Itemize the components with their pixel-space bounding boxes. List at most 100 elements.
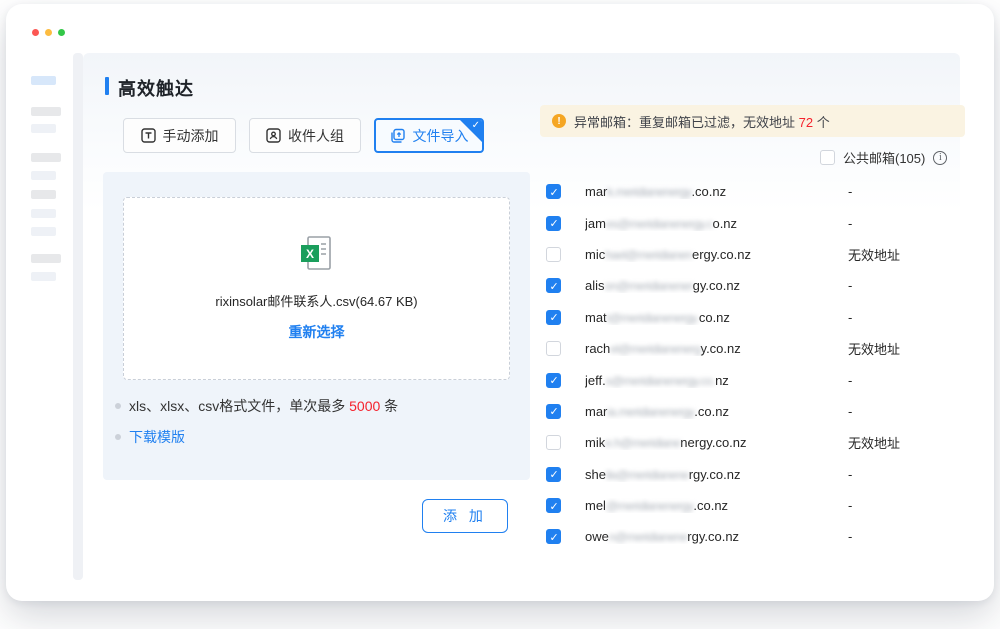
warning-icon: ! bbox=[552, 114, 566, 128]
sidebar-skeleton-bar bbox=[31, 227, 56, 236]
reselect-link[interactable]: 重新选择 bbox=[124, 322, 509, 342]
recipient-status: 无效地址 bbox=[848, 245, 900, 264]
recipient-status: - bbox=[848, 216, 852, 231]
recipient-email: james@meridianenergy.co.nz bbox=[585, 216, 803, 231]
sidebar-skeleton-bar bbox=[31, 153, 61, 162]
recipient-email: jeff.s@meridianenergy.co.nz bbox=[585, 373, 803, 388]
svg-text:X: X bbox=[305, 247, 313, 261]
blurred-email-segment: on@meridianener bbox=[605, 279, 693, 293]
sidebar-skeleton-bar bbox=[31, 254, 61, 263]
download-template-link[interactable]: 下载模版 bbox=[129, 427, 185, 447]
alert-text: 异常邮箱：重复邮箱已过滤，无效地址 72 个 bbox=[574, 112, 830, 131]
public-mailbox-row: 公共邮箱(105) i bbox=[820, 148, 947, 167]
uploaded-file-name: rixinsolar邮件联系人.csv(64.67 KB) bbox=[124, 291, 509, 310]
recipient-row: maria.meridianenergy.co.nz - bbox=[540, 396, 980, 427]
recipient-row: alison@meridianenergy.co.nz - bbox=[540, 270, 980, 301]
tab-manual-add-label: 手动添加 bbox=[163, 126, 219, 146]
recipient-row: sheila@meridianenergy.co.nz - bbox=[540, 459, 980, 490]
recipient-checkbox[interactable] bbox=[546, 498, 561, 513]
blurred-email-segment: e.h@meridiane bbox=[605, 436, 680, 450]
recipient-status: - bbox=[848, 529, 852, 544]
download-template-row: 下载模版 bbox=[115, 427, 185, 447]
tab-recipient-group-label: 收件人组 bbox=[288, 126, 344, 146]
recipient-row: mark.meridianenergy.co.nz - bbox=[540, 176, 980, 207]
recipient-checkbox[interactable] bbox=[546, 278, 561, 293]
recipient-checkbox[interactable] bbox=[546, 184, 561, 199]
format-hint-text: xls、xlsx、csv格式文件，单次最多 5000 条 bbox=[129, 396, 398, 416]
recipient-checkbox[interactable] bbox=[546, 435, 561, 450]
recipient-email: mike.h@meridianenergy.co.nz bbox=[585, 435, 803, 450]
bullet-dot-icon bbox=[115, 434, 121, 440]
sidebar-skeleton-bar bbox=[31, 209, 56, 218]
minimize-window-icon[interactable] bbox=[45, 29, 52, 36]
blurred-email-segment: t@meridianenergy. bbox=[607, 311, 699, 325]
abnormal-mailbox-alert: ! 异常邮箱：重复邮箱已过滤，无效地址 72 个 bbox=[540, 105, 965, 137]
recipient-checkbox[interactable] bbox=[546, 404, 561, 419]
manual-add-icon bbox=[141, 128, 156, 143]
blurred-email-segment: @meridianenergy bbox=[606, 499, 693, 513]
recipient-checkbox[interactable] bbox=[546, 373, 561, 388]
recipient-status: 无效地址 bbox=[848, 433, 900, 452]
recipient-row: mel@meridianenergy.co.nz - bbox=[540, 490, 980, 521]
recipient-email: alison@meridianenergy.co.nz bbox=[585, 278, 803, 293]
recipient-status: 无效地址 bbox=[848, 339, 900, 358]
recipient-status: - bbox=[848, 278, 852, 293]
recipient-checkbox[interactable] bbox=[546, 467, 561, 482]
public-mailbox-label: 公共邮箱(105) bbox=[843, 148, 925, 167]
recipient-checkbox[interactable] bbox=[546, 529, 561, 544]
tab-recipient-group[interactable]: 收件人组 bbox=[249, 118, 361, 153]
window-controls bbox=[32, 29, 65, 36]
sidebar-skeleton-bar bbox=[31, 171, 56, 180]
blurred-email-segment: k.meridianenergy bbox=[607, 185, 691, 199]
recipient-status: - bbox=[848, 373, 852, 388]
recipient-status: - bbox=[848, 310, 852, 325]
format-hint: xls、xlsx、csv格式文件，单次最多 5000 条 bbox=[115, 396, 398, 416]
recipient-row: james@meridianenergy.co.nz - bbox=[540, 207, 980, 238]
recipient-email: mel@meridianenergy.co.nz bbox=[585, 498, 803, 513]
tab-manual-add[interactable]: 手动添加 bbox=[123, 118, 236, 153]
add-button[interactable]: 添 加 bbox=[422, 499, 508, 533]
recipient-status: - bbox=[848, 467, 852, 482]
recipient-email: matt@meridianenergy.co.nz bbox=[585, 310, 803, 325]
recipient-row: owen@meridianenergy.co.nz - bbox=[540, 521, 980, 552]
selected-check-icon: ✓ bbox=[472, 120, 480, 131]
file-import-icon bbox=[390, 128, 406, 144]
blurred-email-segment: n@meridianene bbox=[609, 530, 687, 544]
sidebar-skeleton-bar bbox=[31, 124, 56, 133]
close-window-icon[interactable] bbox=[32, 29, 39, 36]
public-mailbox-checkbox[interactable] bbox=[820, 150, 835, 165]
recipient-checkbox[interactable] bbox=[546, 310, 561, 325]
recipient-checkbox[interactable] bbox=[546, 216, 561, 231]
excel-file-icon: X bbox=[297, 234, 337, 279]
sidebar-skeleton-bar bbox=[31, 190, 56, 199]
recipient-email: michael@meridianenergy.co.nz bbox=[585, 247, 803, 262]
recipient-status: - bbox=[848, 404, 852, 419]
sidebar-skeleton-bar bbox=[31, 272, 56, 281]
max-count: 5000 bbox=[349, 398, 380, 414]
blurred-email-segment: hael@meridianen bbox=[605, 248, 692, 262]
bullet-dot-icon bbox=[115, 403, 121, 409]
page-title: 高效触达 bbox=[118, 75, 194, 101]
recipient-status: - bbox=[848, 498, 852, 513]
blurred-email-segment: ila@meridianene bbox=[606, 468, 689, 482]
recipient-email: rachel@meridianenergy.co.nz bbox=[585, 341, 803, 356]
recipient-status: - bbox=[848, 184, 852, 199]
blurred-email-segment: es@meridianenergy.c bbox=[606, 217, 713, 231]
maximize-window-icon[interactable] bbox=[58, 29, 65, 36]
recipient-row: matt@meridianenergy.co.nz - bbox=[540, 302, 980, 333]
recipient-row: mike.h@meridianenergy.co.nz 无效地址 bbox=[540, 427, 980, 458]
recipient-email: owen@meridianenergy.co.nz bbox=[585, 529, 803, 544]
recipient-email: maria.meridianenergy.co.nz bbox=[585, 404, 803, 419]
info-icon[interactable]: i bbox=[933, 151, 947, 165]
tab-file-import[interactable]: 文件导入 ✓ bbox=[374, 118, 484, 153]
recipient-group-icon bbox=[266, 128, 281, 143]
sidebar-divider bbox=[73, 53, 83, 580]
sidebar-skeleton-bar bbox=[31, 107, 61, 116]
blurred-email-segment: el@meridianenerg bbox=[610, 342, 700, 356]
blurred-email-segment: s@meridianenergy.co. bbox=[606, 374, 715, 388]
recipient-checkbox[interactable] bbox=[546, 341, 561, 356]
upload-panel: X rixinsolar邮件联系人.csv(64.67 KB) 重新选择 xls… bbox=[103, 172, 530, 480]
recipient-checkbox[interactable] bbox=[546, 247, 561, 262]
recipient-row: michael@meridianenergy.co.nz 无效地址 bbox=[540, 239, 980, 270]
upload-dropzone[interactable]: X rixinsolar邮件联系人.csv(64.67 KB) 重新选择 bbox=[123, 197, 510, 380]
